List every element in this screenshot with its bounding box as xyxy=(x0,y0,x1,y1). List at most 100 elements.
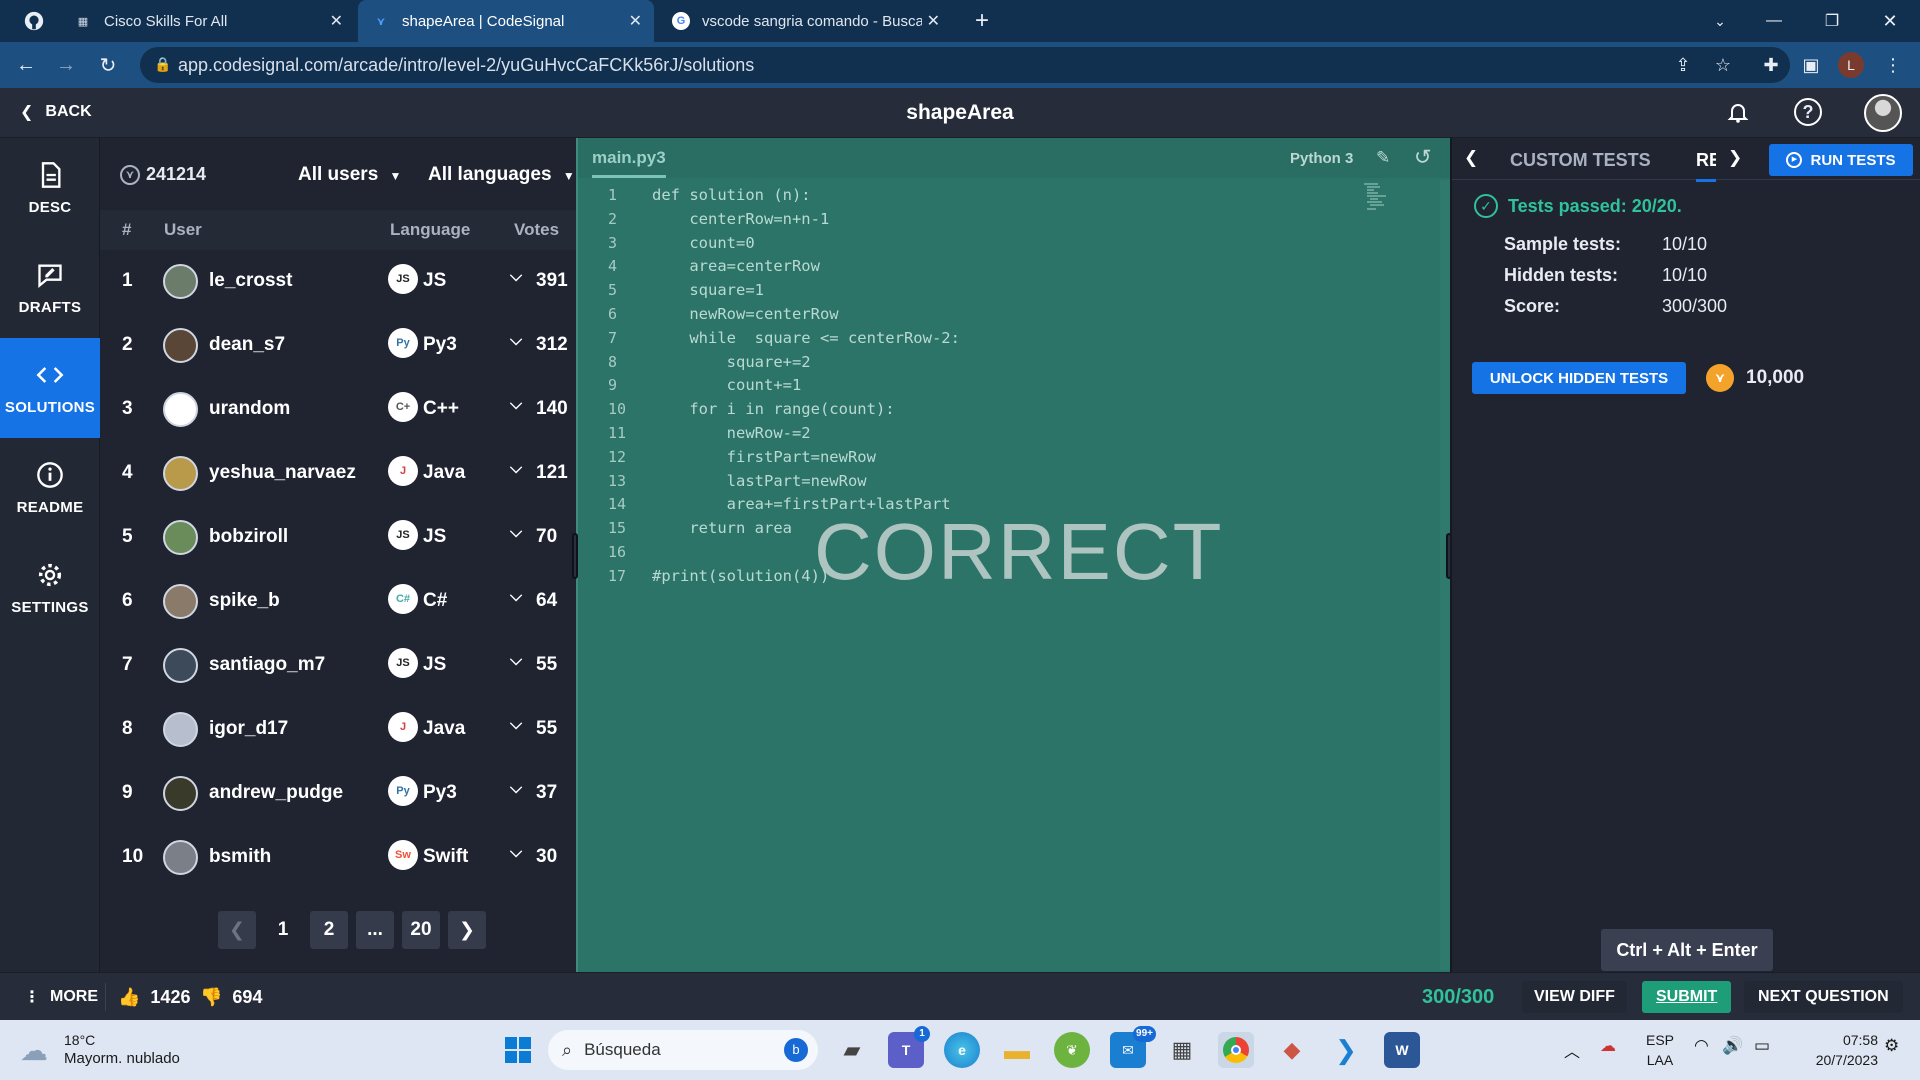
left-resize-handle[interactable] xyxy=(572,533,578,579)
solution-username[interactable]: igor_d17 xyxy=(209,718,288,740)
solution-row[interactable]: 5 bobziroll JS JS ⌵ 70 xyxy=(100,506,576,570)
teams-icon[interactable]: T1 xyxy=(888,1026,930,1068)
code-line[interactable]: #print(solution(4)) xyxy=(652,567,829,585)
reload-icon[interactable]: ↻ xyxy=(94,51,122,79)
user-avatar[interactable] xyxy=(163,264,198,299)
tabs-prev-icon[interactable]: ❮ xyxy=(1464,148,1478,168)
user-avatar[interactable] xyxy=(163,648,198,683)
editor-file-tab[interactable]: main.py3 xyxy=(592,148,666,178)
profile-avatar[interactable]: L xyxy=(1838,52,1864,78)
solution-username[interactable]: dean_s7 xyxy=(209,334,285,356)
expand-chevron-icon[interactable]: ⌵ xyxy=(510,716,522,734)
expand-chevron-icon[interactable]: ⌵ xyxy=(510,268,522,286)
browser-tab-cisco[interactable]: ▦ Cisco Skills For All ✕ xyxy=(60,0,355,42)
tab-custom-tests[interactable]: CUSTOM TESTS xyxy=(1510,150,1651,171)
language-selector[interactable]: Python 3 xyxy=(1290,150,1353,167)
input-language[interactable]: ESP LAA xyxy=(1646,1030,1674,1070)
pagination-next-button[interactable]: ❯ xyxy=(448,911,486,949)
dislike-button[interactable]: 👎 694 xyxy=(200,973,262,1021)
bookmark-star-icon[interactable]: ☆ xyxy=(1710,52,1736,78)
solution-row[interactable]: 3 urandom C+ C++ ⌵ 140 xyxy=(100,378,576,442)
pagination-page-1[interactable]: 1 xyxy=(264,911,302,949)
sidebar-item-readme[interactable]: README xyxy=(0,438,100,538)
solution-username[interactable]: santiago_m7 xyxy=(209,654,325,676)
share-icon[interactable]: ⇪ xyxy=(1670,52,1696,78)
wifi-icon[interactable]: ◠ xyxy=(1694,1036,1709,1056)
code-line[interactable]: for i in range(count): xyxy=(652,400,894,418)
solution-row[interactable]: 1 le_crosst JS JS ⌵ 391 xyxy=(100,250,576,314)
chrome-icon[interactable] xyxy=(1218,1032,1254,1068)
expand-chevron-icon[interactable]: ⌵ xyxy=(510,460,522,478)
vscode-icon[interactable]: ❯ xyxy=(1328,1032,1364,1068)
solution-row[interactable]: 6 spike_b C# C# ⌵ 64 xyxy=(100,570,576,634)
solution-row[interactable]: 7 santiago_m7 JS JS ⌵ 55 xyxy=(100,634,576,698)
pagination-page-2[interactable]: 2 xyxy=(310,911,348,949)
minimize-icon[interactable]: — xyxy=(1760,7,1788,35)
more-button[interactable]: ⋮ MORE xyxy=(24,973,98,1021)
user-avatar[interactable] xyxy=(163,328,198,363)
file-explorer-icon[interactable]: ▬ xyxy=(999,1032,1035,1068)
weather-widget[interactable]: ☁ 18°C Mayorm. nublado xyxy=(20,1030,200,1070)
expand-chevron-icon[interactable]: ⌵ xyxy=(510,524,522,542)
battery-icon[interactable]: ▭ xyxy=(1754,1036,1770,1056)
next-question-button[interactable]: NEXT QUESTION xyxy=(1744,981,1903,1013)
sidebar-item-settings[interactable]: SETTINGS xyxy=(0,538,100,638)
notifications-bell-icon[interactable] xyxy=(1726,100,1750,129)
expand-chevron-icon[interactable]: ⌵ xyxy=(510,588,522,606)
address-bar[interactable]: 🔒 app.codesignal.com/arcade/intro/level-… xyxy=(140,47,1790,83)
browser-menu-icon[interactable]: ⋮ xyxy=(1880,52,1906,78)
code-line[interactable]: count+=1 xyxy=(652,376,802,394)
user-avatar[interactable] xyxy=(163,584,198,619)
spring-tool-icon[interactable]: ❦ xyxy=(1054,1032,1090,1068)
expand-chevron-icon[interactable]: ⌵ xyxy=(510,396,522,414)
git-tool-icon[interactable]: ◆ xyxy=(1274,1032,1310,1068)
view-diff-button[interactable]: VIEW DIFF xyxy=(1522,981,1627,1013)
close-tab-icon[interactable]: ✕ xyxy=(927,11,940,31)
column-language[interactable]: Language xyxy=(390,220,470,240)
microsoft-store-icon[interactable]: ▦ xyxy=(1164,1032,1200,1068)
expand-chevron-icon[interactable]: ⌵ xyxy=(510,780,522,798)
solution-username[interactable]: andrew_pudge xyxy=(209,782,343,804)
unlock-hidden-tests-button[interactable]: UNLOCK HIDDEN TESTS xyxy=(1472,362,1686,394)
volume-icon[interactable]: 🔊 xyxy=(1722,1036,1743,1056)
code-line[interactable]: while square <= centerRow-2: xyxy=(652,329,960,347)
solution-username[interactable]: bobziroll xyxy=(209,526,288,548)
solution-row[interactable]: 9 andrew_pudge Py Py3 ⌵ 37 xyxy=(100,762,576,826)
code-line[interactable]: firstPart=newRow xyxy=(652,448,876,466)
expand-chevron-icon[interactable]: ⌵ xyxy=(510,844,522,862)
close-tab-icon[interactable]: ✕ xyxy=(629,11,642,31)
edit-pencil-icon[interactable]: ✎ xyxy=(1376,148,1390,168)
browser-tab-search[interactable]: G vscode sangria comando - Busca ✕ xyxy=(658,0,952,42)
code-editor[interactable]: main.py3 Python 3 ✎ ↺ 1 def solution (n):… xyxy=(572,138,1452,972)
solution-row[interactable]: 2 dean_s7 Py Py3 ⌵ 312 xyxy=(100,314,576,378)
new-tab-icon[interactable]: + xyxy=(968,7,996,35)
code-line[interactable]: area=centerRow xyxy=(652,257,820,275)
sidebar-item-drafts[interactable]: DRAFTS xyxy=(0,238,100,338)
tab-search-chevron-icon[interactable]: ⌄ xyxy=(1706,7,1734,35)
taskbar-search-box[interactable]: ⌕ Búsqueda b xyxy=(548,1030,818,1070)
github-icon[interactable] xyxy=(20,7,48,35)
solution-row[interactable]: 10 bsmith Sw Swift ⌵ 30 xyxy=(100,826,576,890)
pagination-page-20[interactable]: 20 xyxy=(402,911,440,949)
word-icon[interactable]: W xyxy=(1384,1032,1420,1068)
back-arrow-icon[interactable]: ← xyxy=(12,51,40,79)
notifications-icon[interactable]: ⚙ xyxy=(1884,1036,1899,1056)
reset-history-icon[interactable]: ↺ xyxy=(1414,145,1432,170)
extensions-puzzle-icon[interactable]: ✚ xyxy=(1758,52,1784,78)
mail-icon[interactable]: ✉ 99+ xyxy=(1110,1026,1156,1068)
user-avatar[interactable] xyxy=(163,776,198,811)
code-line[interactable]: centerRow=n+n-1 xyxy=(652,210,829,228)
solution-username[interactable]: bsmith xyxy=(209,846,271,868)
code-line[interactable]: lastPart=newRow xyxy=(652,472,867,490)
sidebar-item-desc[interactable]: DESC xyxy=(0,138,100,238)
column-votes[interactable]: Votes xyxy=(514,220,559,240)
tabs-next-icon[interactable]: ❯ xyxy=(1728,148,1742,168)
code-line[interactable]: newRow=centerRow xyxy=(652,305,838,323)
pagination-ellipsis[interactable]: ... xyxy=(356,911,394,949)
solution-username[interactable]: urandom xyxy=(209,398,290,420)
tray-chevron-icon[interactable]: ︿ xyxy=(1564,1038,1580,1062)
submit-button[interactable]: SUBMIT xyxy=(1642,981,1732,1013)
expand-chevron-icon[interactable]: ⌵ xyxy=(510,652,522,670)
edge-icon[interactable]: e xyxy=(944,1032,980,1068)
languages-filter-dropdown[interactable]: All languages ▼ xyxy=(428,164,575,186)
